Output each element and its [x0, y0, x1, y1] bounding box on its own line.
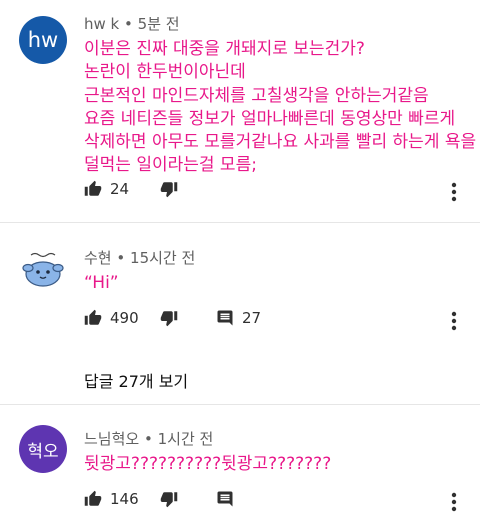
dislike-button[interactable]	[160, 490, 178, 508]
like-button[interactable]: 146	[84, 490, 139, 508]
separator-dot: •	[124, 15, 133, 33]
avatar-initials: hw	[27, 28, 59, 52]
comment-text: 뒷광고??????????뒷광고???????	[84, 454, 332, 474]
separator-dot: •	[143, 430, 153, 448]
avatar[interactable]: 혁오	[19, 425, 67, 473]
comment-icon	[217, 310, 233, 326]
reply-count: 27	[242, 309, 262, 327]
comment-time: 1시간 전	[157, 430, 214, 448]
comment-time: 5분 전	[137, 15, 180, 33]
dislike-button[interactable]	[160, 180, 178, 198]
reply-button[interactable]	[216, 490, 234, 508]
avatar-initials: 혁오	[27, 441, 59, 462]
comment-item: hw hw k • 5분 전 이분은 진짜 대중을 개돼지로 보는건가? 논란이…	[0, 0, 480, 222]
comment-text: 이분은 진짜 대중을 개돼지로 보는건가? 논란이 한두번이아닌데 근본적인 마…	[84, 39, 477, 176]
thumbs-down-icon	[160, 492, 178, 508]
more-vertical-icon	[451, 311, 457, 331]
thumbs-up-icon	[84, 490, 102, 506]
more-options-button[interactable]	[450, 309, 458, 333]
comment-icon	[217, 491, 233, 507]
thumbs-down-icon	[160, 311, 178, 327]
more-options-button[interactable]	[450, 490, 458, 514]
like-button[interactable]: 490	[84, 309, 139, 327]
like-button[interactable]: 24	[84, 180, 129, 198]
cartoon-avatar-icon	[22, 252, 64, 287]
separator-dot: •	[116, 249, 126, 267]
comment-item: 혁오 느님혁오 • 1시간 전 뒷광고??????????뒷광고??????? …	[0, 404, 480, 531]
comment-meta: 수현 • 15시간 전	[84, 247, 195, 268]
more-options-button[interactable]	[450, 180, 458, 204]
thumbs-up-icon	[84, 180, 102, 196]
like-count: 24	[110, 180, 130, 198]
avatar[interactable]	[19, 244, 67, 292]
reply-button[interactable]: 27	[216, 309, 261, 327]
thumbs-up-icon	[84, 309, 102, 325]
comment-time: 15시간 전	[130, 249, 196, 267]
like-count: 490	[110, 309, 139, 327]
like-count: 146	[110, 490, 139, 508]
comment-meta: hw k • 5분 전	[84, 13, 180, 34]
more-vertical-icon	[451, 182, 457, 202]
dislike-button[interactable]	[160, 309, 178, 327]
comment-actions: 24	[84, 180, 474, 204]
comment-actions: 490 27	[84, 309, 474, 333]
author-name[interactable]: 느님혁오	[84, 430, 139, 448]
comment-meta: 느님혁오 • 1시간 전	[84, 428, 213, 449]
more-vertical-icon	[451, 492, 457, 512]
author-name[interactable]: 수현	[84, 249, 112, 267]
avatar[interactable]: hw	[19, 16, 67, 64]
comment-actions: 146	[84, 490, 474, 514]
comment-text: “Hi”	[84, 273, 119, 293]
view-replies-link[interactable]: 답글 27개 보기	[84, 368, 188, 392]
author-name[interactable]: hw k	[84, 15, 119, 33]
comment-item: 수현 • 15시간 전 “Hi” 490 27 답글 27개 보기	[0, 222, 480, 404]
thumbs-down-icon	[160, 182, 178, 198]
